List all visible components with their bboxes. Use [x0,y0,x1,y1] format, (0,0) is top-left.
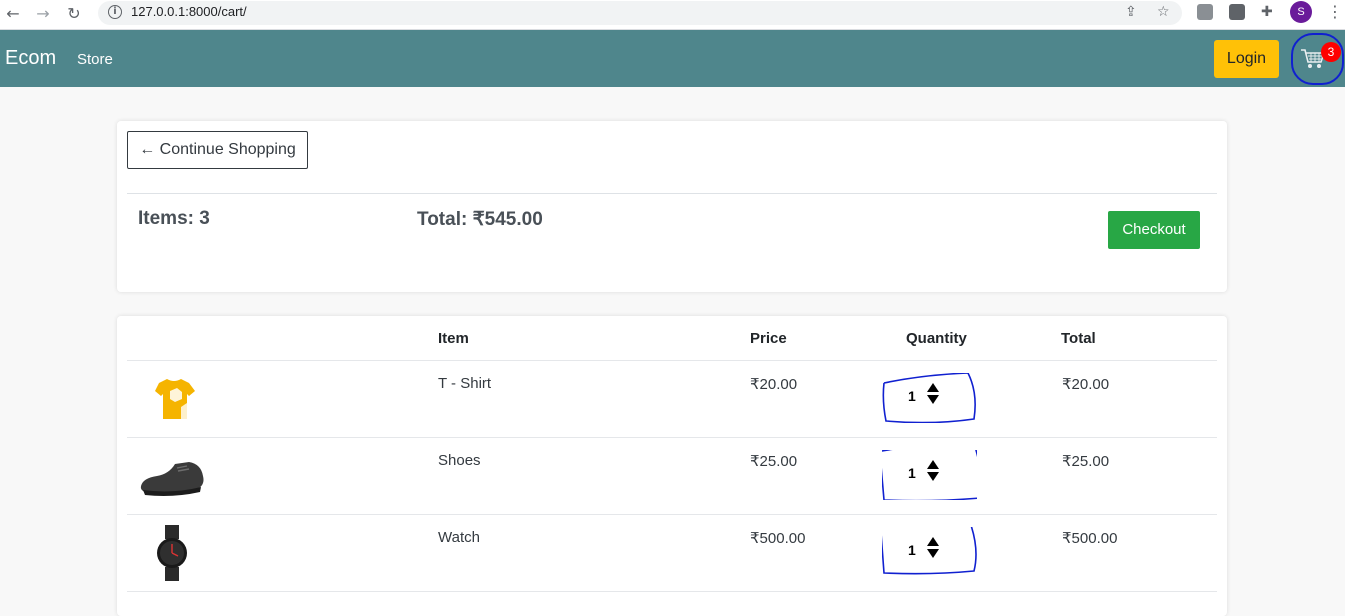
quantity-stepper[interactable]: 1 [882,527,977,577]
cart-button[interactable]: 3 [1291,33,1344,85]
skype-extension-icon[interactable] [1197,4,1213,20]
profile-avatar[interactable]: S [1290,1,1312,23]
tshirt-icon [155,379,195,419]
quantity-value: 1 [908,388,916,404]
browser-menu-icon[interactable]: ⋮ [1327,2,1343,21]
quantity-stepper[interactable]: 1 [882,373,977,423]
brand-logo[interactable]: Ecom [5,47,56,70]
quantity-decrease-arrow-icon[interactable] [927,549,939,558]
item-total: ₹20.00 [1062,376,1110,393]
item-name: Watch [438,529,480,546]
cart-count-badge: 3 [1321,42,1341,62]
item-price: ₹20.00 [750,376,798,393]
quantity-decrease-arrow-icon[interactable] [927,472,939,481]
browser-toolbar: ← → ↻ i 127.0.0.1:8000/cart/ ⇪ ☆ ✚ S ⋮ [0,0,1345,30]
quantity-stepper[interactable]: 1 [882,450,977,500]
quantity-value: 1 [908,542,916,558]
item-total: ₹25.00 [1062,453,1110,470]
item-name: T - Shirt [438,375,492,392]
divider [127,591,1217,592]
table-row: Shoes ₹25.00 1 ₹25.00 [127,437,1217,514]
download-extension-icon[interactable] [1229,4,1245,20]
reload-icon[interactable]: ↻ [63,3,85,25]
address-bar[interactable]: i 127.0.0.1:8000/cart/ ⇪ ☆ [98,1,1182,25]
bookmark-star-icon[interactable]: ☆ [1157,4,1170,20]
item-price: ₹25.00 [750,453,798,470]
column-header-quantity: Quantity [906,330,967,347]
quantity-value: 1 [908,465,916,481]
cart-items-table: Item Price Quantity Total T - Shirt ₹20.… [117,316,1227,616]
checkout-button[interactable]: Checkout [1108,211,1200,249]
cart-summary-panel: ← Continue Shopping Items: 3 Total: ₹545… [117,121,1227,292]
extensions-puzzle-icon[interactable]: ✚ [1261,4,1273,20]
table-row: T - Shirt ₹20.00 1 ₹20.00 [127,360,1217,437]
back-arrow-icon[interactable]: ← [2,3,24,25]
quantity-increase-arrow-icon[interactable] [927,383,939,392]
site-info-icon[interactable]: i [108,5,122,19]
item-name: Shoes [438,452,481,469]
app-navbar: Ecom Store Login 3 [0,30,1345,87]
items-count: Items: 3 [138,208,210,229]
url-text[interactable]: 127.0.0.1:8000/cart/ [131,4,247,19]
watch-icon [157,525,187,581]
item-total: ₹500.00 [1062,530,1118,547]
share-icon[interactable]: ⇪ [1125,4,1137,20]
shoe-icon [140,462,204,496]
forward-arrow-icon[interactable]: → [32,3,54,25]
column-header-item: Item [438,330,469,347]
login-button[interactable]: Login [1214,40,1279,78]
cart-total: Total: ₹545.00 [417,209,543,230]
continue-shopping-button[interactable]: ← Continue Shopping [127,131,308,169]
nav-link-store[interactable]: Store [77,51,113,68]
divider [127,193,1217,194]
column-header-total: Total [1061,330,1096,347]
quantity-increase-arrow-icon[interactable] [927,460,939,469]
column-header-price: Price [750,330,787,347]
table-row: Watch ₹500.00 1 ₹500.00 [127,514,1217,591]
quantity-increase-arrow-icon[interactable] [927,537,939,546]
item-price: ₹500.00 [750,530,806,547]
quantity-decrease-arrow-icon[interactable] [927,395,939,404]
